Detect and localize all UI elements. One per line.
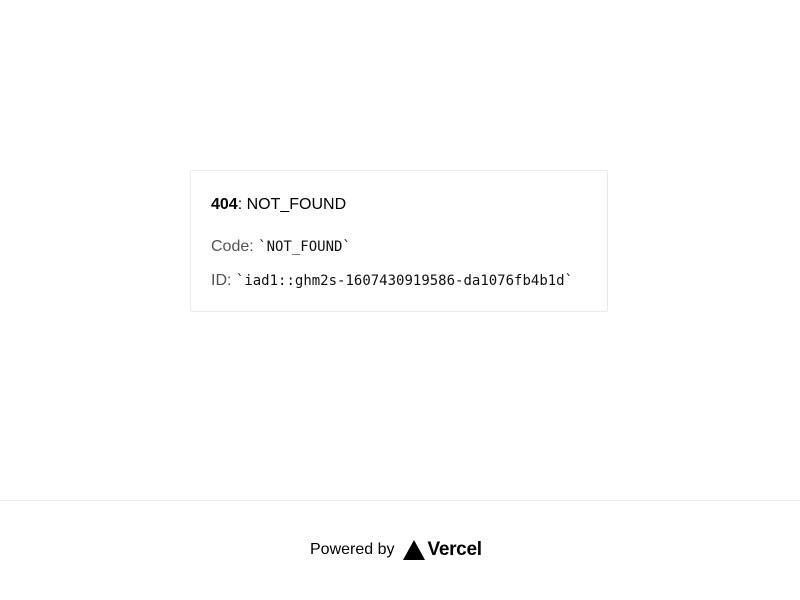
error-code-value: `NOT_FOUND`: [258, 239, 351, 255]
error-id-label: ID:: [211, 272, 236, 289]
error-status-code: 404: [211, 196, 238, 213]
error-card: 404: NOT_FOUND Code: `NOT_FOUND` ID: `ia…: [190, 170, 608, 312]
error-code-label: Code:: [211, 238, 259, 255]
error-id-row: ID: `iad1::ghm2s-1607430919586-da1076fb4…: [211, 271, 587, 291]
vercel-triangle-icon: [402, 540, 425, 560]
error-heading: 404: NOT_FOUND: [211, 195, 587, 215]
footer: Powered by Vercel: [0, 500, 800, 600]
error-status-text: : NOT_FOUND: [237, 196, 347, 213]
error-code-row: Code: `NOT_FOUND`: [211, 237, 587, 257]
vercel-logo: Vercel: [402, 539, 483, 561]
error-page: 404: NOT_FOUND Code: `NOT_FOUND` ID: `ia…: [0, 0, 800, 600]
powered-by-label: Powered by: [310, 541, 395, 558]
powered-by-link[interactable]: Powered by Vercel: [310, 539, 482, 561]
error-id-value: `iad1::ghm2s-1607430919586-da1076fb4b1d`: [235, 273, 574, 289]
vercel-wordmark: Vercel: [427, 539, 483, 560]
